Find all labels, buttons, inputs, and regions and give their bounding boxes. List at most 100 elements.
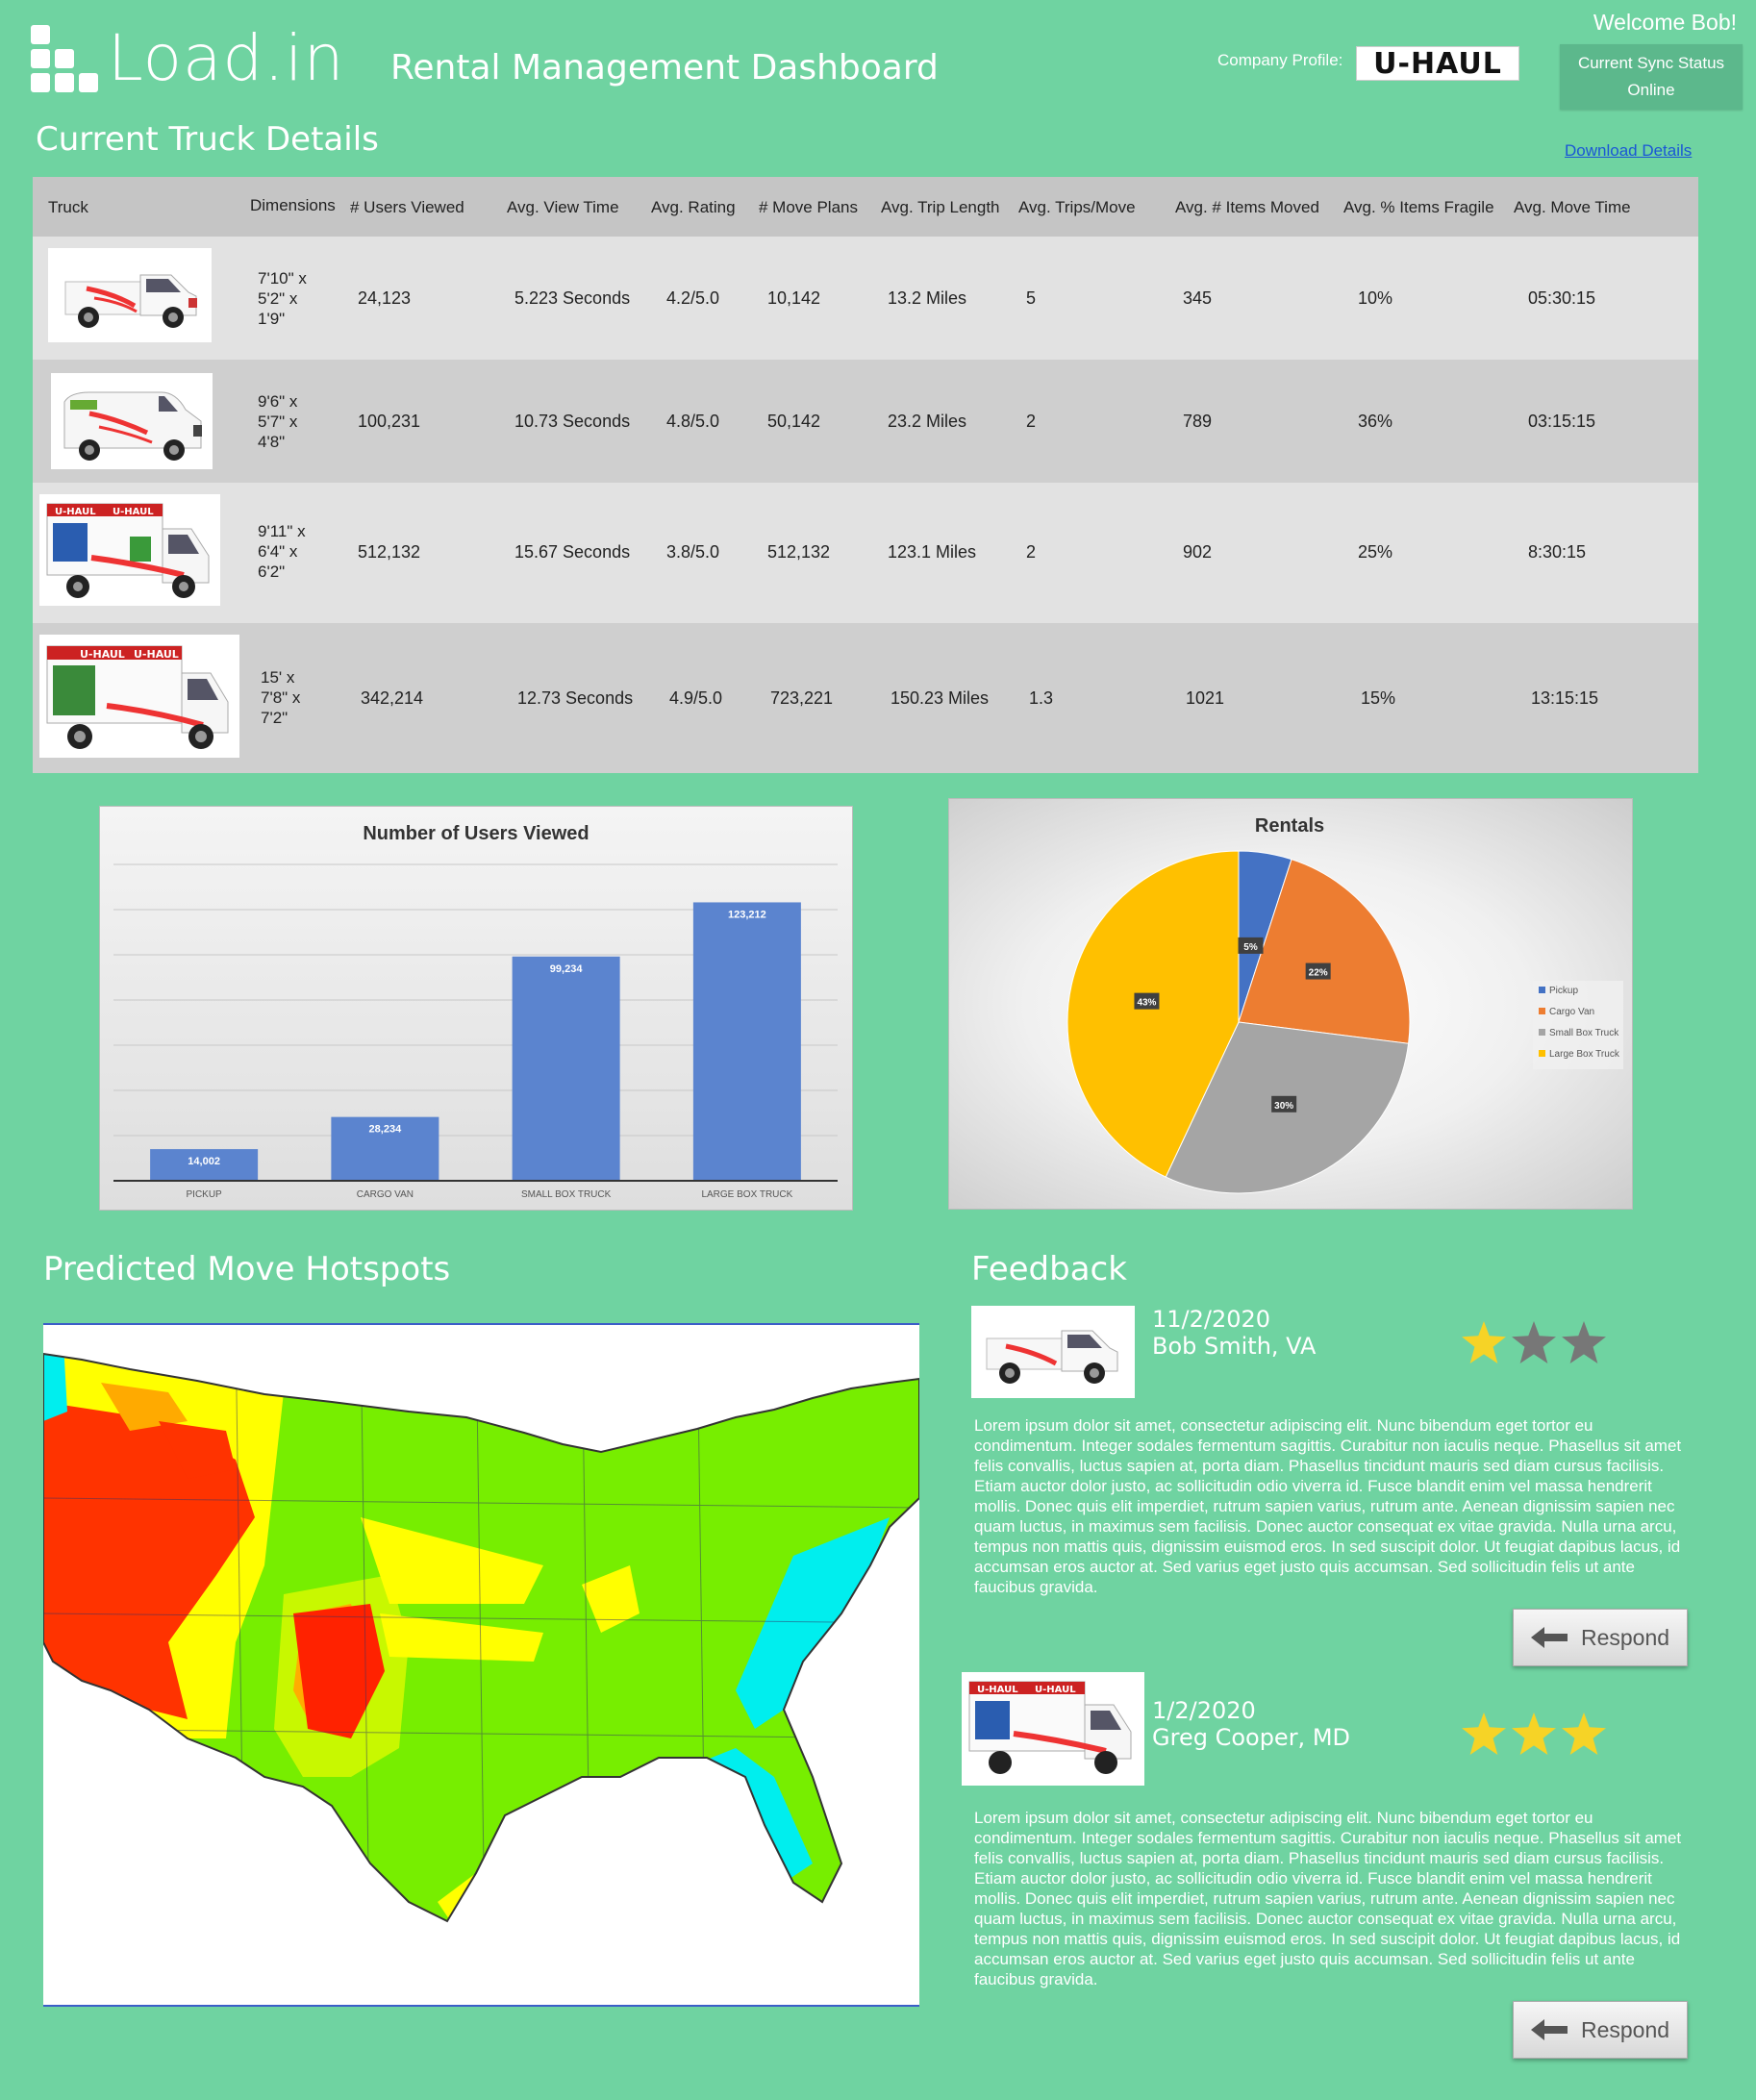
bar [512, 956, 620, 1181]
svg-text:U-HAUL: U-HAUL [977, 1685, 1018, 1695]
company-logo[interactable]: U-HAUL [1356, 46, 1519, 81]
table-header: Truck Dimensions # Users Viewed Avg. Vie… [33, 177, 1698, 237]
tick-label: LARGE BOX TRUCK [701, 1189, 792, 1200]
feedback-title: Feedback [971, 1250, 1127, 1288]
users-viewed-cell: 342,214 [361, 688, 424, 708]
trip-length-cell: 23.2 Miles [888, 412, 967, 431]
page-title: Rental Management Dashboard [390, 48, 939, 88]
svg-text:U-HAUL: U-HAUL [113, 507, 154, 517]
users-viewed-cell: 100,231 [358, 412, 421, 431]
data-label: 22% [1309, 968, 1328, 979]
app-name: Load.in [108, 21, 345, 95]
svg-text:U-HAUL: U-HAUL [134, 648, 179, 661]
column-header: Dimensions [250, 196, 336, 214]
move-time-cell: 8:30:15 [1528, 542, 1587, 562]
feedback-text: Lorem ipsum dolor sit amet, consectetur … [974, 1416, 1682, 1596]
move-plans-cell: 723,221 [770, 688, 834, 708]
view-time-cell: 12.73 Seconds [517, 688, 634, 708]
star-filled-icon [1562, 1712, 1606, 1755]
legend-item: Cargo Van [1549, 1007, 1594, 1017]
column-header: Avg. View Time [507, 198, 619, 216]
chart-title: Number of Users Viewed [363, 823, 589, 844]
legend-swatch [1539, 1008, 1545, 1014]
data-label: 43% [1137, 998, 1156, 1009]
move-plans-cell: 10,142 [767, 288, 821, 308]
download-details-link[interactable]: Download Details [1565, 141, 1692, 161]
trips-per-move-cell: 1.3 [1029, 688, 1054, 708]
truck-dimensions: 7'10" x 5'2" x 1'9" [258, 269, 307, 328]
table-row[interactable]: U-HAUL U-HAUL 15' x 7'8" x 7'2" 342,214 12.… [33, 623, 1698, 773]
chart-title: Rentals [1255, 815, 1324, 837]
data-label: 99,234 [550, 963, 584, 975]
view-time-cell: 15.67 Seconds [514, 542, 631, 562]
feedback-text: Lorem ipsum dolor sit amet, consectetur … [974, 1809, 1682, 1988]
us-heat-map-image[interactable] [43, 1323, 919, 2007]
data-label: 30% [1274, 1101, 1293, 1112]
feedback-date: 1/2/2020 [1152, 1697, 1256, 1724]
cargo-van-image [51, 373, 213, 469]
users-viewed-cell: 512,132 [358, 542, 421, 562]
large-box-truck-image: U-HAUL U-HAUL [39, 635, 239, 758]
items-moved-cell: 1021 [1186, 688, 1225, 708]
small-box-truck-image: U-HAUL U-HAUL [39, 494, 220, 606]
move-plans-cell: 512,132 [767, 542, 831, 562]
column-header: Avg. Rating [651, 198, 736, 216]
svg-text:U-HAUL: U-HAUL [55, 507, 96, 517]
column-header: # Users Viewed [350, 198, 464, 216]
feedback-author: Bob Smith, VA [1152, 1333, 1317, 1360]
app-logo: Load.in [31, 25, 344, 92]
star-rating [1462, 1712, 1606, 1755]
arrow-left-icon [1530, 2019, 1568, 2040]
star-empty-icon [1512, 1321, 1556, 1363]
move-plans-cell: 50,142 [767, 412, 821, 431]
rentals-chart: Rentals 5% 22% 30% 43% Pickup Cargo Van Small… [948, 798, 1633, 1210]
star-rating [1462, 1321, 1606, 1363]
move-time-cell: 13:15:15 [1531, 688, 1599, 708]
column-header: Avg. % Items Fragile [1343, 198, 1494, 216]
legend-swatch [1539, 1050, 1545, 1057]
hotspots-title: Predicted Move Hotspots [43, 1250, 451, 1288]
arrow-left-icon [1530, 1627, 1568, 1648]
bar [692, 902, 801, 1181]
sync-status-value: Online [1627, 81, 1675, 99]
respond-button-label: Respond [1580, 1624, 1670, 1650]
data-label: 5% [1243, 942, 1258, 953]
rentals-chart-svg: Rentals 5% 22% 30% 43% Pickup Cargo Van Small… [1066, 815, 1623, 1194]
tick-label: PICKUP [187, 1189, 223, 1200]
star-filled-icon [1462, 1712, 1506, 1755]
legend-item: Small Box Truck [1549, 1028, 1619, 1038]
company-profile-label: Company Profile: [1217, 51, 1343, 69]
items-moved-cell: 789 [1183, 412, 1213, 431]
data-label: 123,212 [728, 909, 766, 920]
column-header: # Move Plans [759, 198, 858, 216]
truck-dimensions: 9'11" x 6'4" x 6'2" [258, 522, 306, 581]
respond-button[interactable]: Respond [1513, 2001, 1688, 2059]
tick-label: SMALL BOX TRUCK [521, 1189, 612, 1200]
sync-status: Current Sync Status Online [1560, 44, 1743, 110]
feedback-date: 11/2/2020 [1152, 1306, 1271, 1333]
column-header: Avg. Trips/Move [1018, 198, 1136, 216]
users-viewed-chart-svg: Number of Users Viewed 14,002 PICKUP 28,23… [113, 823, 838, 1200]
logo-grid-icon [31, 25, 100, 92]
column-header: Avg. Trip Length [881, 198, 1000, 216]
trips-per-move-cell: 5 [1026, 288, 1037, 308]
rating-cell: 4.8/5.0 [666, 412, 720, 431]
legend-swatch [1539, 1029, 1545, 1036]
data-label: 28,234 [369, 1124, 403, 1136]
table-row[interactable]: U-HAUL U-HAUL 9'11" x 6'4" x 6'2" 512,132 1… [33, 483, 1698, 623]
data-label: 14,002 [188, 1156, 220, 1167]
star-filled-icon [1512, 1712, 1556, 1755]
pickup-truck-image [48, 248, 212, 342]
table-row[interactable]: 9'6" x 5'7" x 4'8" 100,231 10.73 Seconds 4… [33, 360, 1698, 483]
column-header: Truck [48, 198, 88, 216]
rating-cell: 4.2/5.0 [666, 288, 720, 308]
users-viewed-cell: 24,123 [358, 288, 412, 308]
feedback-author: Greg Cooper, MD [1152, 1724, 1351, 1751]
trips-per-move-cell: 2 [1026, 542, 1037, 562]
table-row[interactable]: 7'10" x 5'2" x 1'9" 24,123 5.223 Seconds 4… [33, 237, 1698, 360]
legend-swatch [1539, 987, 1545, 993]
pct-fragile-cell: 10% [1358, 288, 1393, 308]
trip-length-cell: 13.2 Miles [888, 288, 967, 308]
respond-button[interactable]: Respond [1513, 1609, 1688, 1666]
tick-label: CARGO VAN [357, 1189, 414, 1200]
